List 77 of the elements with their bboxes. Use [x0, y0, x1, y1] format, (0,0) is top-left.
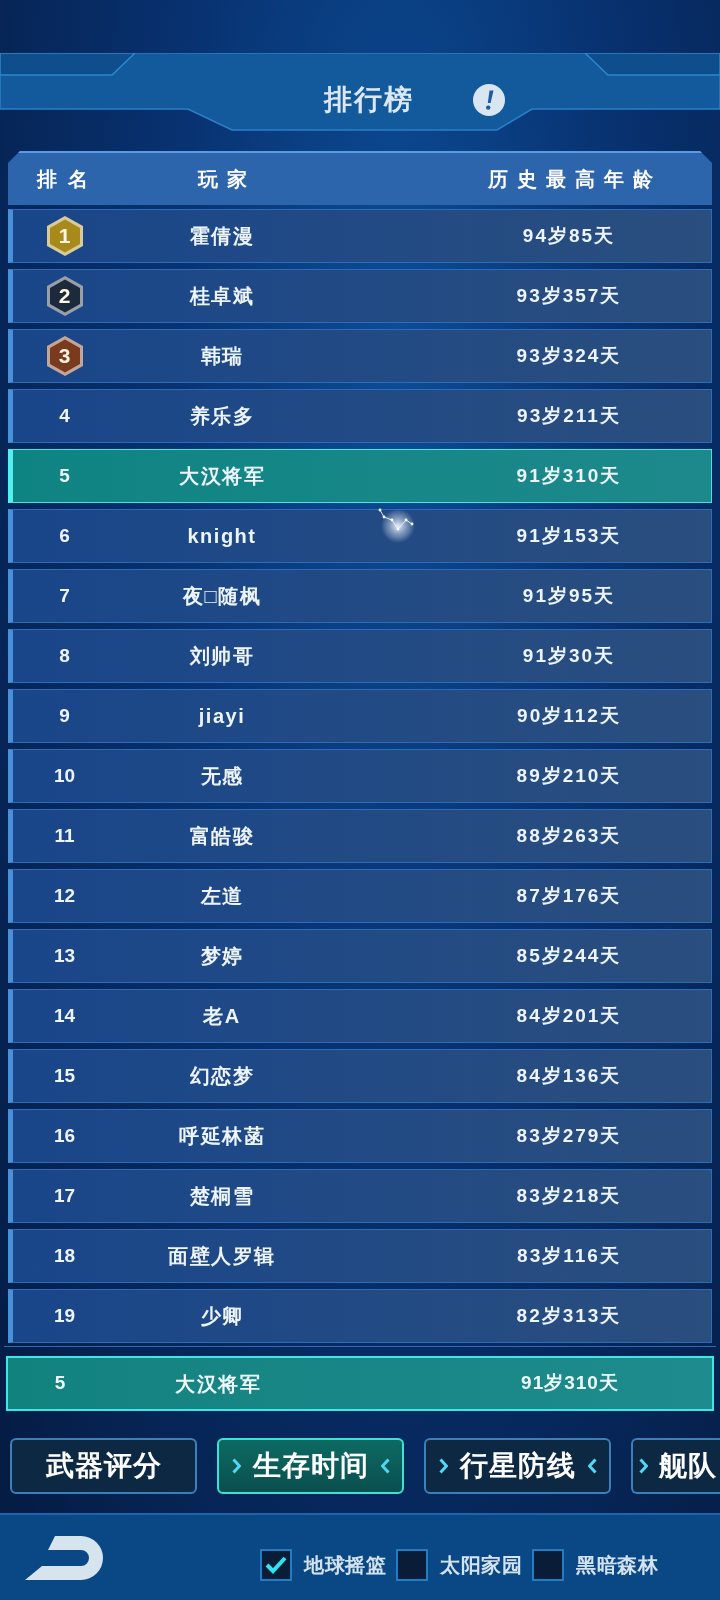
- rank-medal: 3: [45, 335, 84, 377]
- rank-number: 5: [53, 1371, 67, 1396]
- rank-medal: 2: [45, 275, 84, 317]
- tab[interactable]: 武器评分: [10, 1438, 197, 1494]
- age-value: 93岁357天: [515, 283, 623, 308]
- player-name: 幻恋梦: [188, 1064, 256, 1089]
- rank-number: 6: [58, 523, 71, 548]
- player-name: 老A: [202, 1004, 242, 1029]
- rank-number: 10: [52, 763, 77, 788]
- rank-number: 12: [52, 883, 77, 908]
- age-value: 83岁218天: [515, 1183, 623, 1208]
- rank-number: 5: [58, 463, 71, 488]
- player-name: 梦婷: [199, 944, 245, 969]
- player-name: 大汉将军: [174, 1371, 262, 1397]
- back-icon[interactable]: [25, 1535, 103, 1580]
- column-header: 排名: [35, 167, 100, 192]
- checkmark-icon: [265, 1555, 287, 1574]
- age-value: 94岁85天: [521, 223, 617, 248]
- player-name: knight: [186, 524, 258, 549]
- age-value: 93岁211天: [516, 403, 622, 428]
- page-title: 排行榜: [324, 83, 414, 117]
- tab[interactable]: 舰队: [631, 1438, 720, 1494]
- age-value: 84岁201天: [515, 1003, 623, 1028]
- rank-number: 18: [52, 1243, 77, 1268]
- checkbox[interactable]: [532, 1548, 564, 1581]
- rank-number: 9: [58, 703, 71, 728]
- player-name: 楚桐雪: [188, 1184, 256, 1209]
- player-name: 养乐多: [188, 404, 256, 429]
- checkbox-label[interactable]: 地球摇篮: [304, 1549, 386, 1580]
- player-name: 呼延林菡: [178, 1124, 266, 1149]
- checkbox[interactable]: [260, 1548, 292, 1581]
- age-value: 85岁244天: [515, 943, 623, 968]
- rank-number: 7: [58, 583, 71, 608]
- player-name: 韩瑞: [199, 344, 245, 369]
- player-name: 左道: [199, 884, 245, 909]
- rank-number: 8: [58, 643, 71, 668]
- rank-number: 17: [52, 1183, 77, 1208]
- checkbox[interactable]: [396, 1548, 428, 1581]
- age-value: 83岁116天: [516, 1243, 622, 1268]
- player-name: jiayi: [197, 704, 247, 729]
- player-name: 面壁人罗辑: [167, 1244, 277, 1269]
- rank-number: 15: [52, 1063, 77, 1088]
- age-value: 83岁279天: [515, 1123, 623, 1148]
- info-icon[interactable]: [473, 84, 505, 116]
- column-header: 历史最高年龄: [486, 167, 663, 192]
- checkbox-label[interactable]: 太阳家园: [440, 1549, 522, 1580]
- age-value: 89岁210天: [515, 763, 623, 788]
- rank-number: 16: [52, 1123, 77, 1148]
- tab[interactable]: 行星防线: [424, 1438, 611, 1494]
- age-value: 87岁176天: [515, 883, 623, 908]
- age-value: 82岁313天: [515, 1303, 623, 1328]
- player-name: 夜□随枫: [181, 584, 263, 609]
- player-name: 富皓骏: [188, 824, 256, 849]
- age-value: 91岁30天: [521, 643, 617, 668]
- age-value: 90岁112天: [516, 703, 622, 728]
- rank-number: 14: [52, 1003, 77, 1028]
- age-value: 93岁324天: [515, 343, 623, 368]
- rank-number: 13: [52, 943, 77, 968]
- rank-number: 19: [52, 1303, 77, 1328]
- rank-number: 11: [53, 823, 76, 848]
- rank-medal: 1: [45, 215, 84, 257]
- player-name: 无感: [199, 764, 245, 789]
- age-value: 91岁95天: [521, 583, 617, 608]
- player-name: 少卿: [199, 1304, 245, 1329]
- player-name: 刘帅哥: [188, 644, 256, 669]
- age-value: 91岁153天: [515, 523, 623, 548]
- tab[interactable]: 生存时间: [217, 1438, 404, 1494]
- player-name: 桂卓斌: [188, 284, 256, 309]
- player-name: 霍倩漫: [188, 224, 256, 249]
- rank-number: 4: [58, 403, 71, 428]
- age-value: 88岁263天: [515, 823, 623, 848]
- age-value: 91岁310天: [520, 1371, 620, 1396]
- age-value: 91岁310天: [515, 463, 623, 488]
- checkbox-label[interactable]: 黑暗森林: [576, 1549, 658, 1580]
- player-name: 大汉将军: [178, 464, 266, 489]
- column-header: 玩家: [196, 167, 257, 192]
- age-value: 84岁136天: [515, 1063, 623, 1088]
